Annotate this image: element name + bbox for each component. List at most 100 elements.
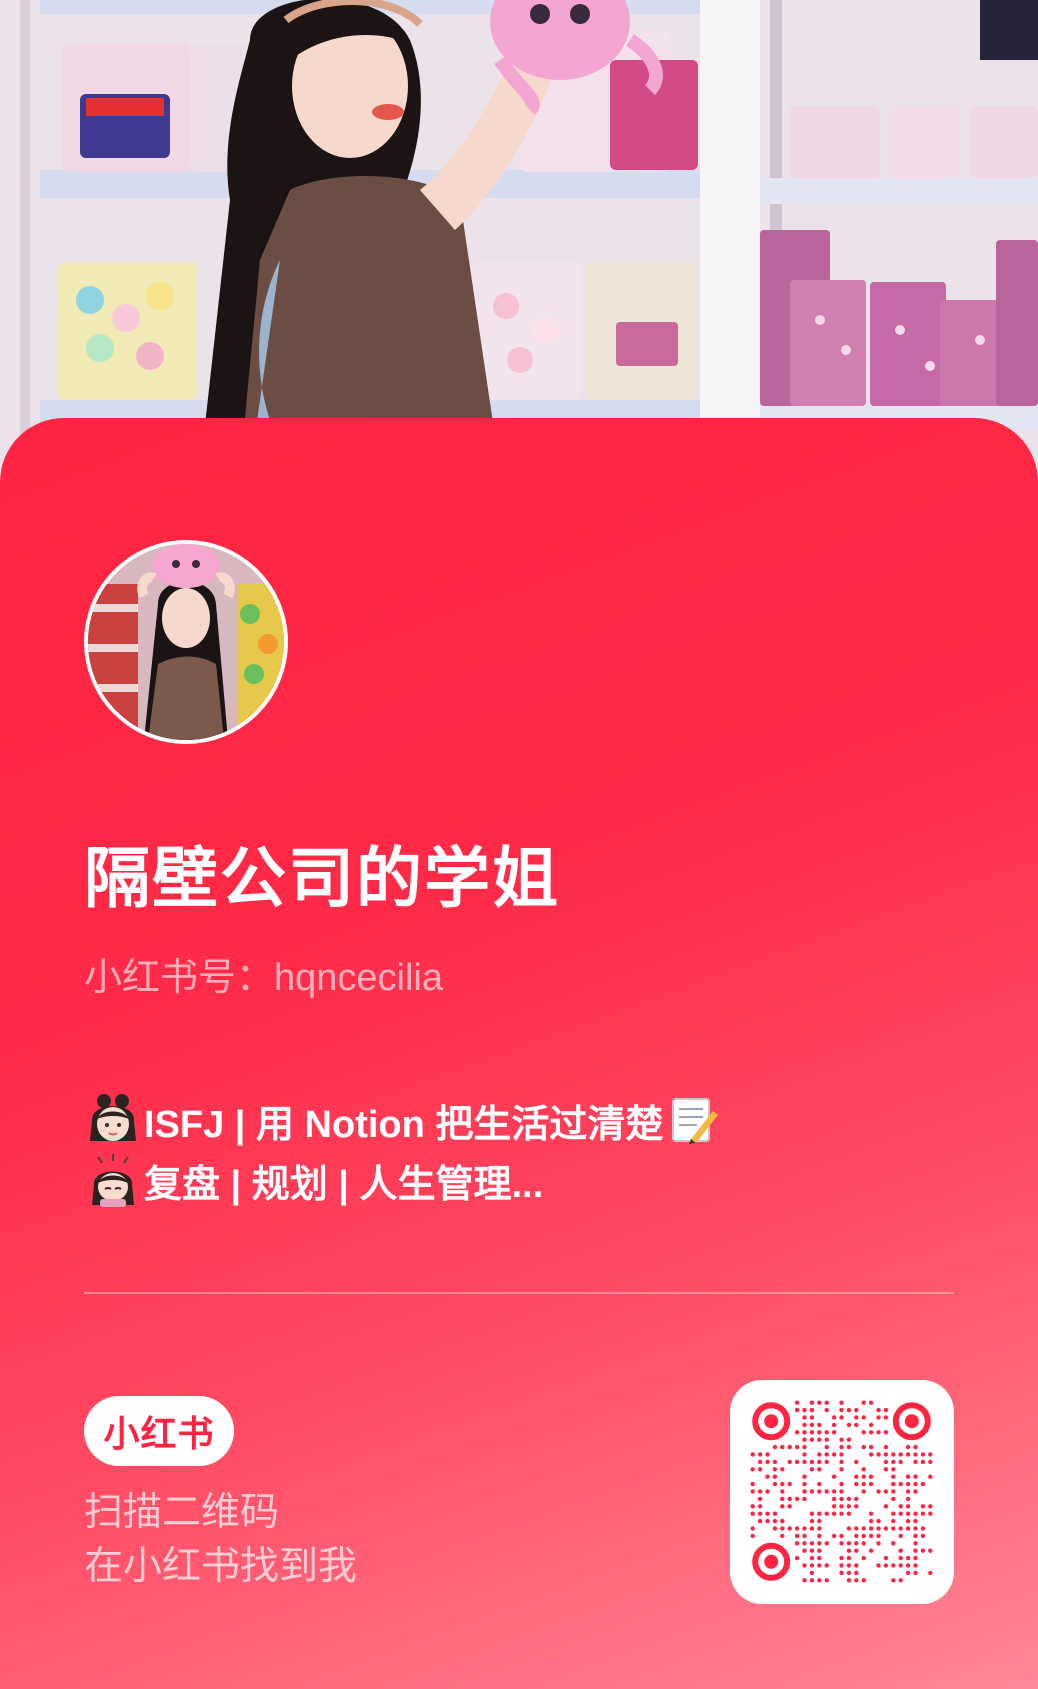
qr-module [839,1504,844,1509]
qr-module [883,1444,889,1450]
qr-module [794,1496,800,1502]
qr-module [839,1489,844,1494]
qr-module [920,1504,926,1509]
qr-module [868,1452,874,1457]
qr-module [772,1444,778,1450]
qr-module [817,1533,822,1539]
qr-module [928,1504,933,1509]
qr-module [913,1452,918,1457]
qr-module [898,1548,903,1553]
qr-module [765,1452,770,1457]
qr-module [772,1481,778,1487]
qr-module [824,1578,829,1583]
qr-module [898,1459,903,1465]
qr-module [802,1474,807,1479]
qr-module [861,1526,866,1531]
qr-module [846,1555,852,1561]
qr-module [817,1526,822,1531]
qr-module [839,1444,844,1450]
qr-module [861,1489,866,1494]
qr-module [831,1452,837,1457]
qr-module [757,1504,763,1509]
qr-module [883,1467,889,1472]
qr-module [868,1548,874,1553]
qr-module [750,1452,755,1457]
qr-module [913,1489,918,1494]
qr-module [876,1489,881,1494]
qr-code-image [750,1400,933,1583]
qr-module [757,1452,763,1457]
qr-module [868,1474,874,1479]
qr-module [809,1555,815,1561]
cover-photo [0,0,1038,470]
qr-module [794,1407,800,1413]
qr-module [898,1578,903,1583]
qr-module [809,1526,815,1531]
qr-module [876,1452,881,1457]
qr-module [817,1437,822,1442]
account-id-value[interactable]: hqncecilia [274,957,443,999]
qr-module [876,1518,881,1524]
qr-module [854,1578,859,1583]
qr-module [780,1518,785,1524]
girl-bowing-emoji [92,1154,134,1207]
qr-module [905,1526,911,1531]
divider [84,1292,954,1294]
qr-code[interactable] [730,1380,954,1604]
qr-module [913,1526,918,1531]
qr-module [868,1481,874,1487]
qr-module [780,1526,785,1531]
qr-module [891,1563,896,1568]
qr-module [861,1415,866,1420]
qr-module [854,1459,859,1465]
qr-module [802,1422,807,1428]
qr-module [868,1533,874,1539]
qr-module [787,1459,792,1465]
qr-module [780,1481,785,1487]
qr-module [824,1452,829,1457]
qr-module [846,1511,852,1516]
qr-module [913,1481,918,1487]
qr-module [831,1496,837,1502]
qr-module [898,1481,903,1487]
bio-line-2: 复盘 | 规划 | 人生管理... [84,1150,964,1210]
qr-module [757,1518,763,1524]
qr-module [883,1459,889,1465]
qr-module [846,1496,852,1502]
qr-module [757,1459,763,1465]
qr-module [898,1452,903,1457]
qr-module [839,1541,844,1546]
qr-module [898,1526,903,1531]
qr-module [839,1437,844,1442]
qr-module [876,1415,881,1420]
xiaohongshu-logo: 小红书 [84,1396,234,1466]
qr-module [817,1518,822,1524]
qr-module [898,1511,903,1516]
scan-instructions: 扫描二维码 在小红书找到我 [84,1486,357,1594]
qr-module [831,1474,837,1479]
profile-card: 隔壁公司的学姐 小红书号：hqncecilia ISFJ | 用 Notion … [0,418,1038,1689]
qr-module [817,1481,822,1487]
qr-module [802,1541,807,1546]
qr-module [891,1489,896,1494]
qr-module [794,1430,800,1435]
qr-module [794,1400,800,1405]
qr-module [839,1467,844,1472]
qr-module [883,1407,889,1413]
avatar[interactable] [84,540,288,744]
qr-module [928,1474,933,1479]
qr-module [846,1422,852,1428]
qr-module [891,1481,896,1487]
qr-module [861,1541,866,1546]
qr-module [787,1496,792,1502]
qr-module [883,1415,889,1420]
qr-module [854,1533,859,1539]
qr-module [898,1555,903,1561]
qr-module [780,1496,785,1502]
qr-module [750,1526,755,1531]
qr-module [772,1511,778,1516]
qr-module [861,1430,866,1435]
qr-module [817,1452,822,1457]
qr-module [750,1481,755,1487]
qr-module [831,1489,837,1494]
